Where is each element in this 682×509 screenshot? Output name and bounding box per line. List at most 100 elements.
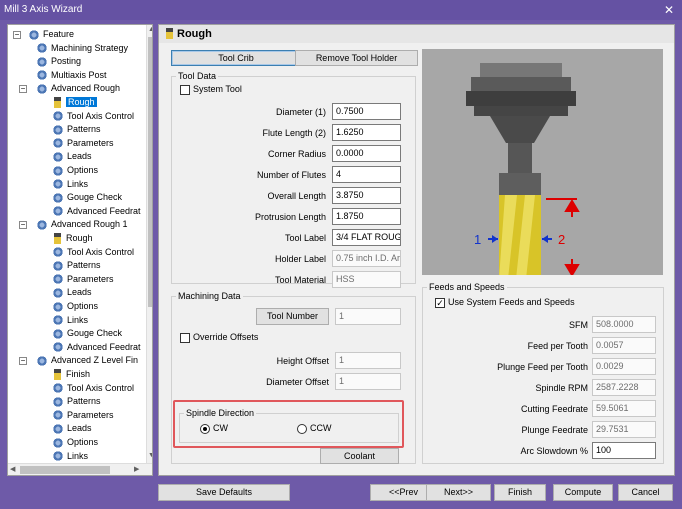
tree-item[interactable]: − Advanced Rough 1 xyxy=(19,218,128,231)
collapse-toggle-icon[interactable]: − xyxy=(19,221,27,230)
tree-item[interactable]: Leads xyxy=(52,422,92,435)
save-defaults-button[interactable]: Save Defaults xyxy=(158,484,290,501)
tree-item[interactable]: Parameters xyxy=(52,137,114,150)
coolant-button[interactable]: Coolant xyxy=(320,448,399,464)
tree-item[interactable]: Tool Axis Control xyxy=(52,382,134,395)
ccw-radio-dot[interactable] xyxy=(297,423,307,434)
tree-item[interactable]: − Feature xyxy=(13,28,74,41)
wizard-window: Mill 3 Axis Wizard ✕ − Feature Machining S… xyxy=(0,0,682,509)
tree-scroll-thumb[interactable] xyxy=(148,37,152,307)
operation-gear-icon xyxy=(52,138,64,149)
diameter-offset-field[interactable]: 1 xyxy=(335,373,401,390)
remove-tool-holder-button[interactable]: Remove Tool Holder xyxy=(295,50,418,66)
tree-item[interactable]: Patterns xyxy=(52,259,101,272)
scroll-up-icon[interactable]: ▲ xyxy=(148,26,152,33)
tree-horizontal-scrollbar[interactable]: ◀ ▶ xyxy=(8,463,152,475)
height-offset-field[interactable]: 1 xyxy=(335,352,401,369)
feed-field-input[interactable]: 100 xyxy=(592,442,656,459)
tree-item-label: Advanced Rough xyxy=(51,83,121,94)
tool-field-input[interactable]: 0.0000 xyxy=(332,145,401,162)
compute-button[interactable]: Compute xyxy=(553,484,613,501)
tree-item[interactable]: Parameters xyxy=(52,273,114,286)
scroll-down-icon[interactable]: ▼ xyxy=(148,452,152,459)
tree-item[interactable]: Options xyxy=(52,436,98,449)
tool-crib-button[interactable]: Tool Crib xyxy=(171,50,301,66)
tool-number-button[interactable]: Tool Number xyxy=(256,308,329,325)
tree-item[interactable]: Multiaxis Post xyxy=(36,69,107,82)
tree-item-label: Links xyxy=(67,178,89,189)
tree-item[interactable]: Gouge Check xyxy=(52,327,122,340)
close-icon[interactable]: ✕ xyxy=(664,0,674,20)
tool-field-input[interactable]: 1.6250 xyxy=(332,124,401,141)
operation-gear-icon xyxy=(36,70,48,81)
dim-label-1: 1 xyxy=(474,232,481,247)
tree-item[interactable]: Parameters xyxy=(52,409,114,422)
cancel-button[interactable]: Cancel xyxy=(618,484,673,501)
tree-item[interactable]: Links xyxy=(52,178,88,191)
override-offsets-checkbox[interactable]: Override Offsets xyxy=(180,332,258,343)
feed-field-input[interactable]: 0.0057 xyxy=(592,337,656,354)
window-title: Mill 3 Axis Wizard xyxy=(4,4,83,15)
tool-field-input[interactable]: HSS xyxy=(332,271,401,288)
collapse-toggle-icon[interactable]: − xyxy=(19,357,27,366)
feature-tree[interactable]: − Feature Machining Strategy Posting Multiax… xyxy=(7,24,153,476)
feed-field-label: Feed per Tooth xyxy=(527,341,588,351)
feed-field-input[interactable]: 59.5061 xyxy=(592,400,656,417)
cw-radio[interactable]: CW xyxy=(200,423,228,434)
operation-gear-icon xyxy=(52,383,64,394)
use-system-feeds-box[interactable]: ✓ xyxy=(435,297,445,308)
use-system-feeds-checkbox[interactable]: ✓ Use System Feeds and Speeds xyxy=(435,297,575,308)
override-offsets-box[interactable] xyxy=(180,332,190,343)
tree-item[interactable]: Links xyxy=(52,450,88,463)
tree-item[interactable]: − Advanced Z Level Fin xyxy=(19,354,138,367)
tree-item[interactable]: Rough xyxy=(52,232,93,245)
feed-field-input[interactable]: 2587.2228 xyxy=(592,379,656,396)
tree-item[interactable]: Leads xyxy=(52,286,92,299)
tool-field-input[interactable]: 1.8750 xyxy=(332,208,401,225)
tree-item[interactable]: Patterns xyxy=(52,123,101,136)
cw-radio-dot[interactable] xyxy=(200,423,210,434)
feed-field-input[interactable]: 0.0029 xyxy=(592,358,656,375)
tool-field-input[interactable]: 3/4 FLAT ROUGH ENDMILL - STA xyxy=(332,229,401,246)
tree-item[interactable]: Options xyxy=(52,164,98,177)
tree-item[interactable]: Links xyxy=(52,314,88,327)
diameter-offset-label: Diameter Offset xyxy=(266,377,329,387)
tree-vertical-scrollbar[interactable]: ▲ ▼ xyxy=(146,25,152,463)
tree-item[interactable]: Finish xyxy=(52,368,90,381)
scroll-right-icon[interactable]: ▶ xyxy=(134,465,139,473)
operation-gear-icon xyxy=(52,206,64,217)
tool-field-label: Flute Length (2) xyxy=(262,128,326,138)
tree-item[interactable]: Patterns xyxy=(52,395,101,408)
ccw-radio[interactable]: CCW xyxy=(297,423,332,434)
tree-item[interactable]: Gouge Check xyxy=(52,191,122,204)
collapse-toggle-icon[interactable]: − xyxy=(13,31,21,39)
feed-field-input[interactable]: 508.0000 xyxy=(592,316,656,333)
tree-item[interactable]: Advanced Feedrat xyxy=(52,205,141,218)
tree-item[interactable]: Options xyxy=(52,300,98,313)
tool-field-input[interactable]: 0.7500 xyxy=(332,103,401,120)
scroll-left-icon[interactable]: ◀ xyxy=(10,465,15,473)
tree-item[interactable]: Tool Axis Control xyxy=(52,246,134,259)
tool-number-field[interactable]: 1 xyxy=(335,308,401,325)
tree-hscroll-thumb[interactable] xyxy=(20,466,110,474)
tree-item-label: Options xyxy=(67,301,99,311)
tree-item[interactable]: Machining Strategy xyxy=(36,42,128,55)
tree-item[interactable]: Advanced Feedrat xyxy=(52,341,141,354)
collapse-toggle-icon[interactable]: − xyxy=(19,85,27,94)
tool-field-input[interactable]: 3.8750 xyxy=(332,187,401,204)
system-tool-label: System Tool xyxy=(193,84,242,94)
system-tool-box[interactable] xyxy=(180,84,190,95)
system-tool-checkbox[interactable]: System Tool xyxy=(180,84,242,95)
tool-field-input[interactable]: 0.75 inch I.D. Arbor CAT 40 xyxy=(332,250,401,267)
finish-button[interactable]: Finish xyxy=(494,484,546,501)
next-button[interactable]: Next>> xyxy=(426,484,491,501)
tool-field-input[interactable]: 4 xyxy=(332,166,401,183)
tree-item[interactable]: − Advanced Rough xyxy=(19,82,121,95)
tree-item[interactable]: Rough xyxy=(52,96,97,109)
holder-nose xyxy=(508,143,532,173)
operation-gear-icon xyxy=(52,424,64,435)
tree-item[interactable]: Posting xyxy=(36,55,81,68)
tree-item[interactable]: Leads xyxy=(52,150,92,163)
feed-field-input[interactable]: 29.7531 xyxy=(592,421,656,438)
tree-item[interactable]: Tool Axis Control xyxy=(52,110,134,123)
